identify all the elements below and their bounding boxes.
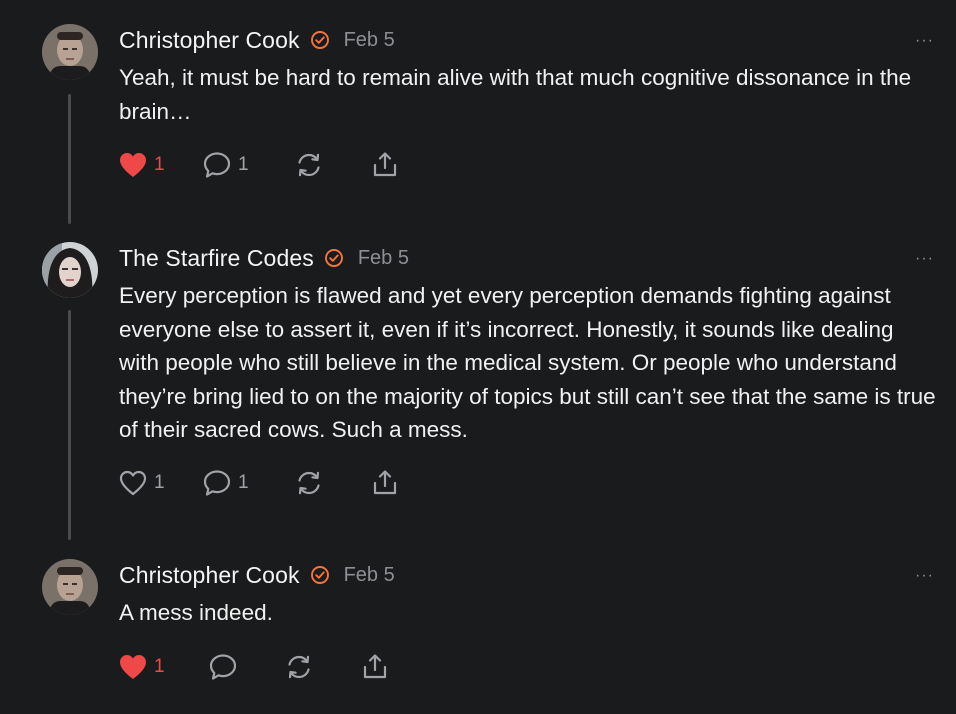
like-count: 1	[154, 154, 165, 175]
share-button[interactable]	[360, 650, 400, 684]
reply-button[interactable]	[208, 650, 284, 684]
restack-button[interactable]	[284, 650, 360, 684]
reply-button[interactable]: 1	[202, 466, 294, 500]
reply-count: 1	[238, 154, 249, 175]
share-icon	[370, 150, 400, 180]
comment-date[interactable]: Feb 5	[358, 247, 409, 270]
comment-actions: 1 1	[118, 148, 410, 182]
comment-date[interactable]: Feb 5	[344, 29, 395, 52]
reply-count: 1	[238, 472, 249, 493]
comment-text: Yeah, it must be hard to remain alive wi…	[119, 65, 912, 124]
share-button[interactable]	[370, 466, 410, 500]
comment-thread: Christopher Cook Feb 5 ··· Yeah, it must…	[0, 0, 956, 714]
like-button[interactable]: 1	[118, 650, 208, 684]
comment-header: The Starfire Codes Feb 5	[119, 244, 409, 272]
comment: The Starfire Codes Feb 5 ··· Every perce…	[0, 240, 956, 545]
author-name[interactable]: Christopher Cook	[119, 27, 300, 54]
comment-actions: 1 1	[118, 466, 410, 500]
like-button[interactable]: 1	[118, 466, 202, 500]
comment-actions: 1	[118, 650, 400, 684]
restack-icon	[284, 652, 314, 682]
restack-icon	[294, 468, 324, 498]
heart-icon	[118, 151, 148, 179]
like-count: 1	[154, 472, 165, 493]
thread-line	[68, 310, 71, 540]
like-count: 1	[154, 656, 165, 677]
comment-text: Every perception is flawed and yet every…	[119, 283, 936, 442]
more-options-icon[interactable]: ···	[915, 33, 934, 49]
comment-text: A mess indeed.	[119, 600, 273, 625]
author-name[interactable]: The Starfire Codes	[119, 245, 314, 272]
comment: Christopher Cook Feb 5 ··· Yeah, it must…	[0, 22, 956, 232]
share-icon	[360, 652, 390, 682]
comment: Christopher Cook Feb 5 ··· A mess indeed…	[0, 557, 956, 707]
heart-icon	[118, 469, 148, 497]
thread-line	[68, 94, 71, 224]
comment-icon	[202, 468, 232, 498]
share-icon	[370, 468, 400, 498]
restack-button[interactable]	[294, 466, 370, 500]
verified-icon	[310, 565, 330, 585]
more-options-icon[interactable]: ···	[915, 251, 934, 267]
like-button[interactable]: 1	[118, 148, 202, 182]
comment-date[interactable]: Feb 5	[344, 564, 395, 587]
comment-icon	[202, 150, 232, 180]
heart-icon	[118, 653, 148, 681]
verified-icon	[324, 248, 344, 268]
restack-button[interactable]	[294, 148, 370, 182]
more-options-icon[interactable]: ···	[915, 568, 934, 584]
avatar[interactable]	[42, 24, 98, 80]
comment-icon	[208, 652, 238, 682]
share-button[interactable]	[370, 148, 410, 182]
comment-header: Christopher Cook Feb 5	[119, 26, 395, 54]
restack-icon	[294, 150, 324, 180]
comment-header: Christopher Cook Feb 5	[119, 561, 395, 589]
avatar[interactable]	[42, 242, 98, 298]
verified-icon	[310, 30, 330, 50]
avatar[interactable]	[42, 559, 98, 615]
author-name[interactable]: Christopher Cook	[119, 562, 300, 589]
reply-button[interactable]: 1	[202, 148, 294, 182]
